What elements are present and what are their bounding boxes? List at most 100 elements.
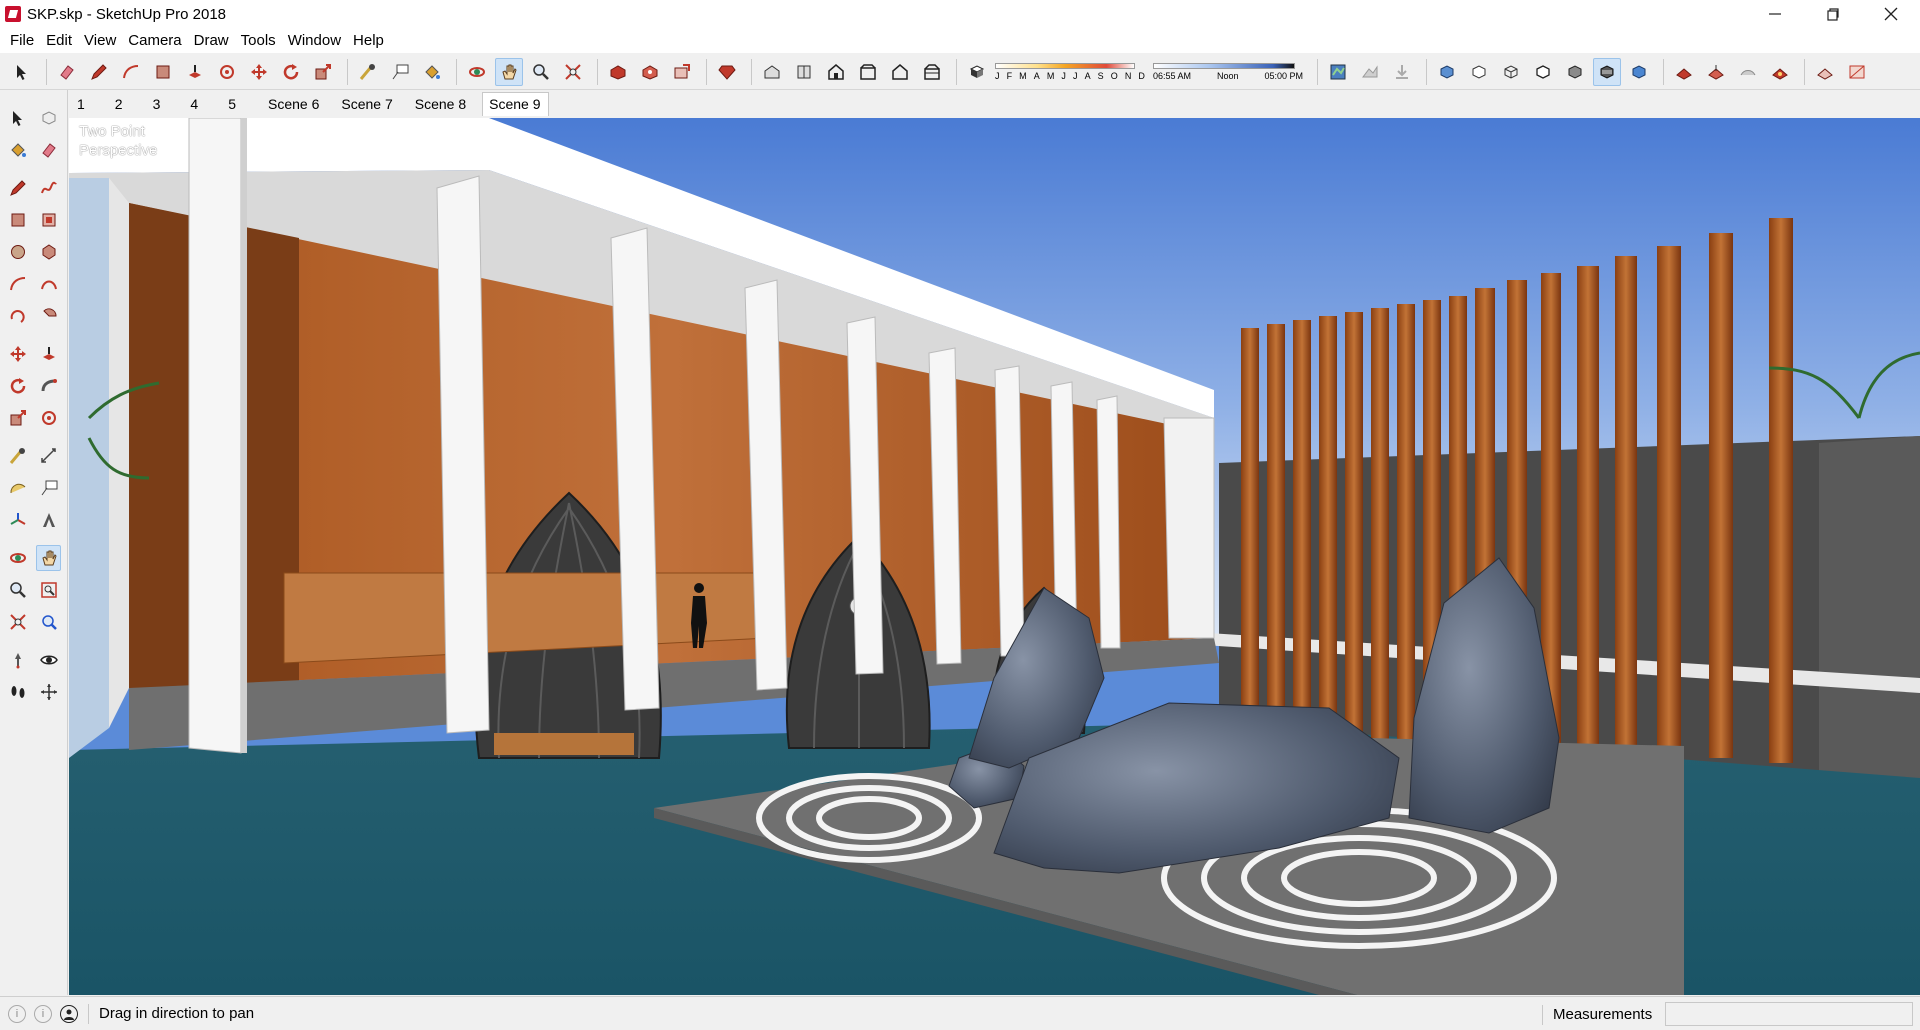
tab-scene-6[interactable]: Scene 6 <box>262 93 327 116</box>
import-terrain-button[interactable] <box>1388 58 1416 86</box>
lp-make-component-button[interactable] <box>37 105 62 131</box>
lp-zoom-extents-button[interactable] <box>6 609 31 635</box>
lp-rotate-button[interactable] <box>6 373 31 399</box>
right-view-button[interactable] <box>854 58 882 86</box>
zoom-extents-button[interactable] <box>559 58 587 86</box>
text-tool-button[interactable] <box>386 58 414 86</box>
lp-axes-button[interactable] <box>6 507 31 533</box>
lp-freehand-button[interactable] <box>37 175 62 201</box>
minimize-button[interactable] <box>1746 0 1804 28</box>
tab-scene-1[interactable]: 1 <box>73 93 103 116</box>
tab-scene-2[interactable]: 2 <box>111 93 141 116</box>
month-slider-track[interactable] <box>995 62 1135 69</box>
lp-circle-button[interactable] <box>6 239 31 265</box>
move-tool-button[interactable] <box>245 58 273 86</box>
lp-position-camera-button[interactable] <box>6 647 31 673</box>
lp-select-button[interactable] <box>6 105 31 131</box>
xray-style-button[interactable] <box>1433 58 1461 86</box>
lp-line-button[interactable] <box>6 175 31 201</box>
shadow-month-slider[interactable]: J F M A M J J A S O N D <box>995 57 1145 87</box>
sandbox-from-contours-button[interactable] <box>1670 58 1698 86</box>
smoove-button[interactable] <box>1734 58 1762 86</box>
time-slider-track[interactable] <box>1153 62 1295 69</box>
offset-button[interactable] <box>213 58 241 86</box>
lp-pie-button[interactable] <box>37 303 62 329</box>
back-edges-button[interactable] <box>1465 58 1493 86</box>
lp-zoom-window-button[interactable] <box>37 577 62 603</box>
lp-tape-measure-button[interactable] <box>6 443 31 469</box>
extension-manager-button[interactable] <box>713 58 741 86</box>
close-button[interactable] <box>1862 0 1920 28</box>
maximize-button[interactable] <box>1804 0 1862 28</box>
menu-file[interactable]: File <box>4 28 40 53</box>
lp-2pt-arc-button[interactable] <box>37 271 62 297</box>
menu-view[interactable]: View <box>78 28 122 53</box>
iso-view-button[interactable] <box>758 58 786 86</box>
lp-offset-button[interactable] <box>37 405 62 431</box>
tab-scene-8[interactable]: Scene 8 <box>409 93 474 116</box>
model-viewport[interactable]: Two Point Perspective <box>69 118 1920 995</box>
tab-scene-9[interactable]: Scene 9 <box>482 92 550 116</box>
location-button[interactable] <box>1324 58 1352 86</box>
tab-scene-3[interactable]: 3 <box>149 93 179 116</box>
zoom-button[interactable] <box>527 58 555 86</box>
credits-status-icon[interactable]: i <box>34 1004 52 1023</box>
lp-previous-view-button[interactable] <box>37 609 62 635</box>
lp-rectangle-button[interactable] <box>6 207 31 233</box>
share-model-button[interactable] <box>668 58 696 86</box>
lp-polygon-button[interactable] <box>37 239 62 265</box>
orbit-button[interactable] <box>463 58 491 86</box>
lp-arc-button[interactable] <box>6 271 31 297</box>
left-view-button[interactable] <box>918 58 946 86</box>
menu-tools[interactable]: Tools <box>235 28 282 53</box>
lp-zoom-button[interactable] <box>6 577 31 603</box>
menu-edit[interactable]: Edit <box>40 28 78 53</box>
lp-section-plane-button[interactable] <box>37 679 62 705</box>
back-view-button[interactable] <box>886 58 914 86</box>
shaded-textures-button[interactable] <box>1593 57 1621 86</box>
lp-paint-button[interactable] <box>6 137 31 163</box>
extension-warehouse-button[interactable] <box>636 58 664 86</box>
shape-tool-button[interactable] <box>149 58 177 86</box>
shaded-button[interactable] <box>1561 58 1589 86</box>
push-pull-button[interactable] <box>181 58 209 86</box>
lp-eraser-button[interactable] <box>37 137 62 163</box>
sandbox-from-scratch-button[interactable] <box>1702 58 1730 86</box>
drape-button[interactable] <box>1811 58 1839 86</box>
paint-bucket-button[interactable] <box>418 58 446 86</box>
flip-edge-button[interactable] <box>1843 58 1871 86</box>
select-tool-button[interactable] <box>8 58 36 86</box>
lp-look-around-button[interactable] <box>37 647 62 673</box>
lp-orbit-button[interactable] <box>6 545 30 571</box>
lp-text-button[interactable] <box>37 475 62 501</box>
menu-help[interactable]: Help <box>347 28 390 53</box>
tab-scene-4[interactable]: 4 <box>186 93 216 116</box>
lp-protractor-button[interactable] <box>6 475 31 501</box>
add-terrain-button[interactable] <box>1356 58 1384 86</box>
warehouse-button[interactable] <box>604 58 632 86</box>
lp-dimension-button[interactable] <box>37 443 62 469</box>
eraser-tool-button[interactable] <box>53 58 81 86</box>
lp-follow-me-button[interactable] <box>37 373 62 399</box>
menu-camera[interactable]: Camera <box>122 28 187 53</box>
measurements-input[interactable] <box>1665 1002 1913 1026</box>
hidden-line-button[interactable] <box>1529 58 1557 86</box>
pan-button[interactable] <box>495 57 523 86</box>
menu-draw[interactable]: Draw <box>188 28 235 53</box>
arc-tool-button[interactable] <box>117 58 145 86</box>
scale-tool-button[interactable] <box>309 58 337 86</box>
lp-walk-button[interactable] <box>6 679 31 705</box>
user-account-icon[interactable] <box>60 1004 78 1023</box>
lp-rotated-rectangle-button[interactable] <box>37 207 62 233</box>
lp-push-pull-button[interactable] <box>37 341 62 367</box>
scene-render[interactable] <box>69 118 1920 995</box>
lp-pan-button[interactable] <box>36 545 61 571</box>
geo-location-status-icon[interactable]: i <box>8 1004 26 1023</box>
top-view-button[interactable] <box>790 58 818 86</box>
tab-scene-5[interactable]: 5 <box>224 93 254 116</box>
front-view-button[interactable] <box>822 58 850 86</box>
tape-measure-button[interactable] <box>354 58 382 86</box>
shadows-toggle-button[interactable] <box>963 58 991 86</box>
wireframe-button[interactable] <box>1497 58 1525 86</box>
shadow-time-slider[interactable]: 06:55 AM Noon 05:00 PM <box>1153 57 1303 87</box>
